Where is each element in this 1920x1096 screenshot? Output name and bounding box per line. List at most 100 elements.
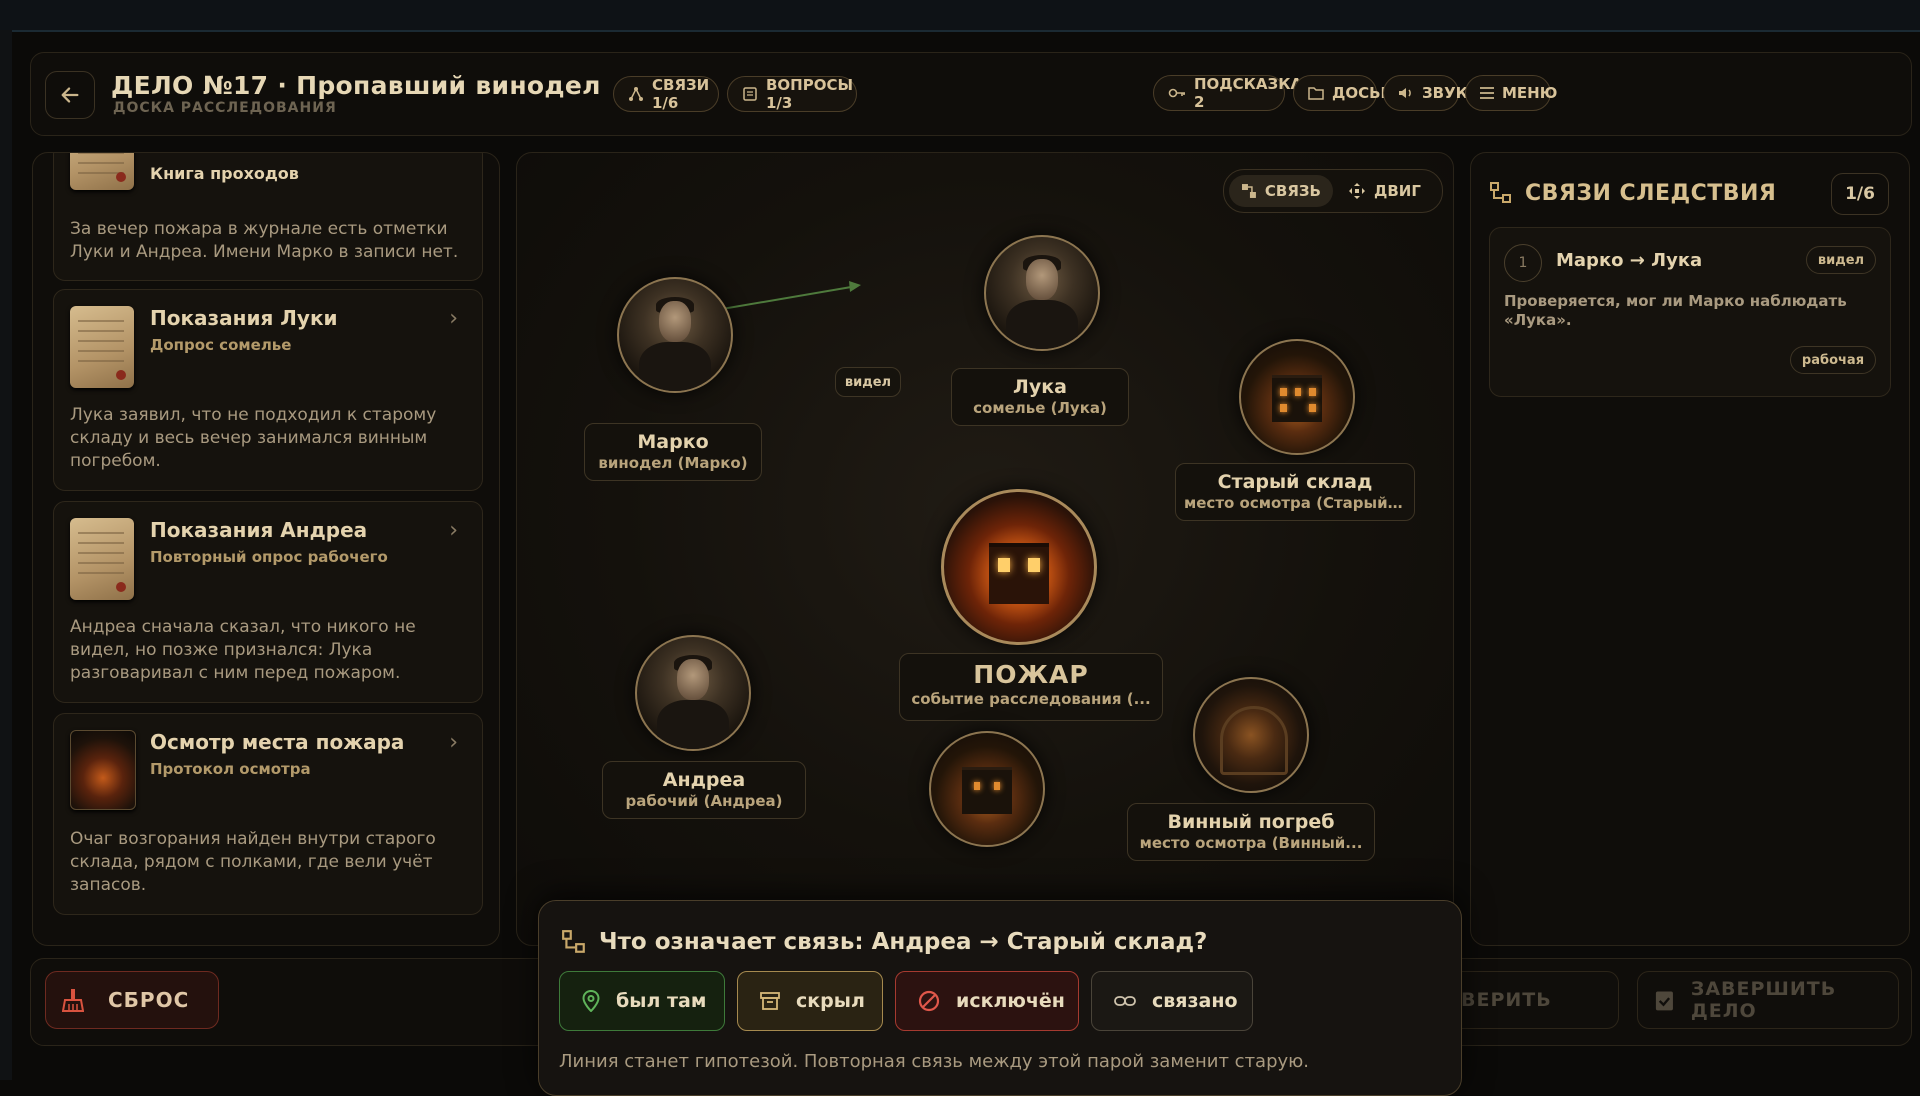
image-wine-cellar[interactable] [1193, 677, 1309, 793]
link-card[interactable]: 1 Марко → Лука видел Проверяется, мог ли… [1489, 227, 1891, 397]
chain-link-icon [1114, 996, 1136, 1006]
node-label-marko[interactable]: Марко винодел (Марко) [584, 423, 762, 481]
portrait-andrea[interactable] [635, 635, 751, 751]
evidence-text: Лука заявил, что не подходил к старому с… [70, 405, 437, 471]
links-counter-pill[interactable]: СВЯЗИ 1/6 [613, 76, 719, 112]
node-name: ПОЖАР [973, 660, 1089, 689]
link-title: Марко → Лука [1556, 250, 1703, 271]
node-label-cellar[interactable]: Винный погреб место осмотра (Винный... [1127, 803, 1375, 861]
reset-label: СБРОС [108, 988, 190, 1012]
node-label-andrea[interactable]: Андреа рабочий (Андреа) [602, 761, 806, 819]
image-fire-event[interactable] [941, 489, 1097, 645]
archive-box-icon [760, 992, 780, 1010]
hint-button[interactable]: ПОДСКАЗКА 2 [1153, 75, 1302, 111]
option-label: был там [616, 990, 707, 1012]
edge-arrowhead [849, 281, 861, 292]
option-was-there-button[interactable]: был там [559, 971, 725, 1031]
node-role: место осмотра (Старый ... [1184, 494, 1410, 512]
network-icon [629, 87, 643, 101]
link-description: Проверяется, мог ли Марко наблюдать «Лук… [1504, 292, 1847, 329]
menu-button[interactable]: МЕНЮ [1465, 75, 1557, 111]
evidence-text: Очаг возгорания найден внутри старого ск… [70, 829, 436, 895]
evidence-subtitle: Повторный опрос рабочего [150, 548, 388, 566]
option-related-button[interactable]: связано [1091, 971, 1253, 1031]
node-role: рабочий (Андреа) [625, 792, 783, 810]
hint-label: ПОДСКАЗКА 2 [1194, 75, 1303, 111]
node-label-luka[interactable]: Лука сомелье (Лука) [951, 368, 1129, 426]
key-icon [1168, 88, 1185, 98]
investigation-board[interactable]: СВЯЗЬ ДВИГ видел Марко винодел (Марко) Л… [516, 152, 1454, 946]
option-hid-button[interactable]: скрыл [737, 971, 883, 1031]
node-label-warehouse[interactable]: Старый склад место осмотра (Старый ... [1175, 463, 1415, 521]
broom-icon [62, 989, 84, 1012]
option-label: исключён [956, 990, 1065, 1012]
sound-label: ЗВУК [1422, 84, 1468, 102]
header-bar: ДЕЛО №17 · Пропавший винодел ДОСКА РАССЛ… [30, 52, 1912, 136]
window-top-strip [0, 0, 1920, 32]
folder-icon [1308, 87, 1324, 100]
evidence-text: За вечер пожара в журнале есть отметки Л… [70, 219, 459, 262]
node-name: Марко [637, 431, 709, 453]
finish-case-button[interactable]: ЗАВЕРШИТЬ ДЕЛО [1637, 971, 1899, 1029]
menu-label: МЕНЮ [1502, 84, 1558, 102]
link-tree-icon [562, 930, 585, 953]
reset-button[interactable]: СБРОС [45, 971, 219, 1029]
chevron-right-icon: › [449, 518, 458, 543]
edge-label-badge[interactable]: видел [835, 367, 901, 397]
node-role: событие расследования (... [911, 690, 1151, 708]
link-type-popup: Что означает связь: Андреа → Старый скла… [538, 900, 1462, 1096]
evidence-text: Андреа сначала сказал, что никого не вид… [70, 617, 416, 683]
evidence-card[interactable]: Книга проходов За вечер пожара в журнале… [53, 153, 483, 281]
case-subtitle: ДОСКА РАССЛЕДОВАНИЯ [113, 100, 337, 116]
node-name: Старый склад [1217, 471, 1373, 493]
evidence-title: Показания Андреа [150, 518, 368, 542]
case-title: ДЕЛО №17 · Пропавший винодел [111, 71, 601, 100]
evidence-card[interactable]: Показания Луки Допрос сомелье › Лука зая… [53, 289, 483, 491]
node-label-fire[interactable]: ПОЖАР событие расследования (... [899, 653, 1163, 721]
portrait-marko[interactable] [617, 277, 733, 393]
evidence-title: Книга проходов [150, 164, 299, 183]
fire-photo-thumbnail [70, 730, 136, 810]
node-role: винодел (Марко) [598, 454, 748, 472]
questions-counter-pill[interactable]: ВОПРОСЫ 1/3 [727, 76, 857, 112]
back-button[interactable] [45, 71, 95, 119]
evidence-card[interactable]: Показания Андреа Повторный опрос рабочег… [53, 501, 483, 703]
option-excluded-button[interactable]: исключён [895, 971, 1079, 1031]
evidence-card[interactable]: Осмотр места пожара Протокол осмотра › О… [53, 713, 483, 915]
clipboard-check-icon [1655, 991, 1673, 1011]
evidence-title: Показания Луки [150, 306, 338, 330]
node-role: место осмотра (Винный... [1139, 834, 1363, 852]
image-old-warehouse[interactable] [1239, 339, 1355, 455]
links-panel: СВЯЗИ СЛЕДСТВИЯ 1/6 1 Марко → Лука видел… [1470, 152, 1910, 946]
evidence-panel: Книга проходов За вечер пожара в журнале… [32, 152, 500, 946]
hamburger-icon [1480, 87, 1494, 99]
forbidden-icon [918, 990, 940, 1012]
notebook-icon [743, 87, 757, 101]
questions-counter-label: ВОПРОСЫ 1/3 [766, 76, 854, 112]
links-panel-title: СВЯЗИ СЛЕДСТВИЯ [1525, 181, 1777, 206]
chevron-right-icon: › [449, 730, 458, 755]
evidence-title: Осмотр места пожара [150, 730, 405, 754]
evidence-subtitle: Допрос сомелье [150, 336, 292, 354]
node-role: сомелье (Лука) [973, 399, 1107, 417]
links-panel-count: 1/6 [1831, 173, 1889, 215]
link-tree-icon [1490, 182, 1511, 203]
dossier-button[interactable]: ДОСЬЕ [1293, 75, 1391, 111]
link-type-tag: видел [1806, 246, 1876, 274]
finish-case-label: ЗАВЕРШИТЬ ДЕЛО [1690, 978, 1837, 1022]
image-place-node[interactable] [929, 731, 1045, 847]
popup-hint: Линия станет гипотезой. Повторная связь … [559, 1051, 1310, 1072]
link-status-tag: рабочая [1790, 346, 1876, 374]
map-pin-icon [582, 990, 600, 1012]
investigation-app: ДЕЛО №17 · Пропавший винодел ДОСКА РАССЛ… [30, 52, 1912, 1096]
option-label: связано [1152, 990, 1238, 1012]
chevron-right-icon: › [449, 306, 458, 331]
window-left-strip [0, 30, 12, 1080]
portrait-luka[interactable] [984, 235, 1100, 351]
link-number: 1 [1504, 244, 1542, 282]
document-thumbnail [70, 306, 134, 388]
node-name: Винный погреб [1167, 811, 1335, 833]
sound-button[interactable]: ЗВУК [1383, 75, 1468, 111]
popup-question: Что означает связь: Андреа → Старый скла… [599, 929, 1208, 955]
links-counter-label: СВЯЗИ 1/6 [652, 76, 710, 112]
